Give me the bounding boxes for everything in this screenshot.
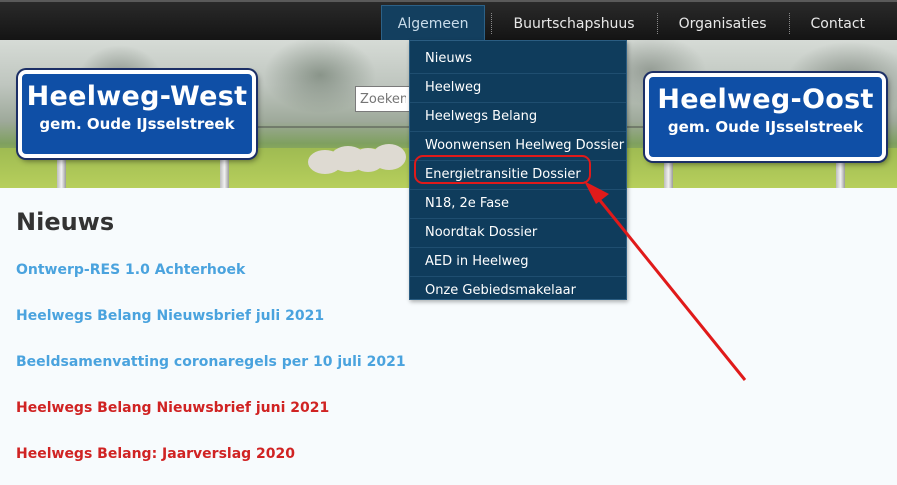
dropdown-item-heelwegs-belang[interactable]: Heelwegs Belang: [410, 103, 626, 132]
right-sign-subtitle: gem. Oude IJsselstreek: [667, 118, 864, 136]
news-link-ontwerp-res[interactable]: Ontwerp-RES 1.0 Achterhoek: [16, 262, 245, 278]
annotation-highlight-box: [414, 155, 591, 184]
top-navigation-bar: Algemeen Buurtschapshuus Organisaties Co…: [0, 0, 897, 42]
nav-item-organisaties[interactable]: Organisaties: [656, 5, 789, 42]
search-input[interactable]: [355, 86, 411, 112]
right-sign-title: Heelweg-Oost: [657, 84, 874, 115]
dropdown-item-nieuws[interactable]: Nieuws: [410, 45, 626, 74]
left-village-sign: Heelweg-West gem. Oude IJsselstreek: [18, 70, 256, 158]
sheep-4: [372, 144, 406, 170]
news-link-coronaregels[interactable]: Beeldsamenvatting coronaregels per 10 ju…: [16, 354, 406, 370]
dropdown-item-onze-gebiedsmakelaar[interactable]: Onze Gebiedsmakelaar: [410, 277, 626, 305]
left-sign-title: Heelweg-West: [26, 81, 248, 112]
main-menu: Algemeen Buurtschapshuus Organisaties Co…: [380, 5, 887, 42]
dropdown-item-n18-2e-fase[interactable]: N18, 2e Fase: [410, 190, 626, 219]
news-link-nieuwsbrief-juni-2021[interactable]: Heelwegs Belang Nieuwsbrief juni 2021: [16, 400, 329, 416]
dropdown-item-aed-in-heelweg[interactable]: AED in Heelweg: [410, 248, 626, 277]
dropdown-item-noordtak-dossier[interactable]: Noordtak Dossier: [410, 219, 626, 248]
left-sign-subtitle: gem. Oude IJsselstreek: [39, 115, 235, 133]
nav-item-algemeen[interactable]: Algemeen: [380, 5, 486, 42]
news-link-nieuwsbrief-juli-2021[interactable]: Heelwegs Belang Nieuwsbrief juli 2021: [16, 308, 324, 324]
right-village-sign: Heelweg-Oost gem. Oude IJsselstreek: [645, 73, 886, 161]
news-link-jaarverslag-2020[interactable]: Heelwegs Belang: Jaarverslag 2020: [16, 446, 295, 462]
page-title: Nieuws: [16, 208, 115, 236]
dropdown-item-heelweg[interactable]: Heelweg: [410, 74, 626, 103]
nav-item-buurtschapshuus[interactable]: Buurtschapshuus: [491, 5, 656, 42]
nav-item-contact[interactable]: Contact: [788, 5, 887, 42]
